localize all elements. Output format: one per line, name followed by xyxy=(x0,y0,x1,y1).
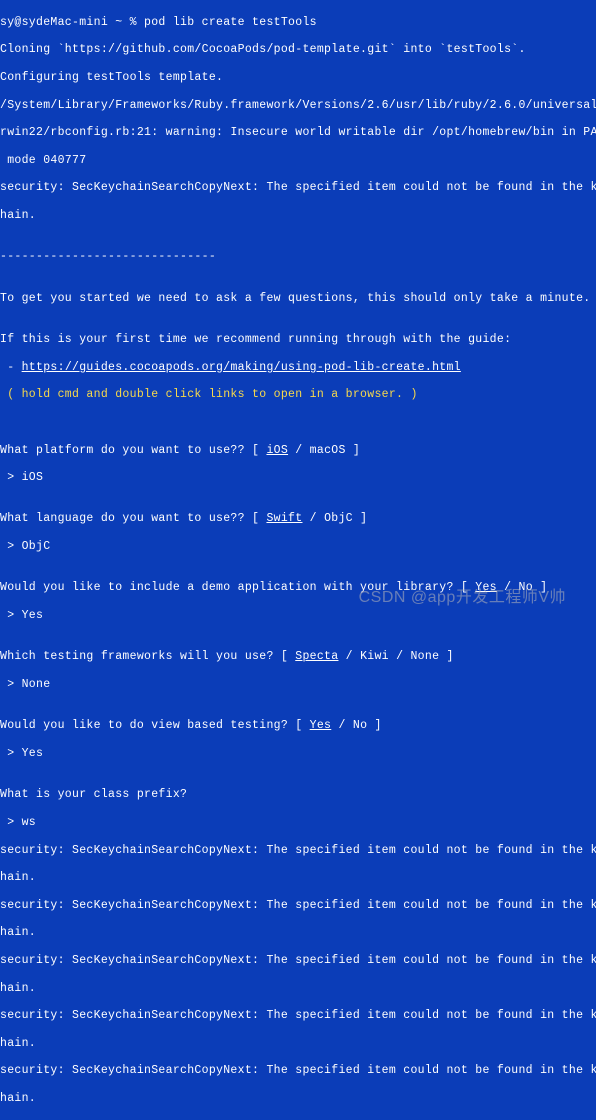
terminal-line: Cloning `https://github.com/CocoaPods/po… xyxy=(0,43,596,57)
terminal-line: security: SecKeychainSearchCopyNext: The… xyxy=(0,954,596,968)
prompt-question-demo: Would you like to include a demo applica… xyxy=(0,581,596,595)
terminal-line: rwin22/rbconfig.rb:21: warning: Insecure… xyxy=(0,126,596,140)
terminal-output: sy@sydeMac-mini ~ % pod lib create testT… xyxy=(0,2,596,1120)
user-input[interactable]: iOS xyxy=(22,471,44,484)
prompt-caret: > xyxy=(0,540,22,553)
text: / Kiwi / None ] xyxy=(338,650,453,663)
text: Which testing frameworks will you use? [ xyxy=(0,650,295,663)
terminal-line: - https://guides.cocoapods.org/making/us… xyxy=(0,361,596,375)
terminal-line: mode 040777 xyxy=(0,154,596,168)
terminal-line: Configuring testTools template. xyxy=(0,71,596,85)
prompt-question-platform: What platform do you want to use?? [ iOS… xyxy=(0,444,596,458)
text: / macOS ] xyxy=(288,444,360,457)
option-yes: Yes xyxy=(310,719,332,732)
prompt-answer: > ObjC xyxy=(0,540,596,554)
prompt-caret: > xyxy=(0,747,22,760)
prompt-answer: > Yes xyxy=(0,609,596,623)
text: / ObjC ] xyxy=(302,512,367,525)
terminal-line: hain. xyxy=(0,982,596,996)
text: Would you like to include a demo applica… xyxy=(0,581,475,594)
user-input[interactable]: None xyxy=(22,678,51,691)
prompt-question-testing: Which testing frameworks will you use? [… xyxy=(0,650,596,664)
terminal-line: hain. xyxy=(0,1037,596,1051)
terminal-line: hain. xyxy=(0,926,596,940)
option-yes: Yes xyxy=(475,581,497,594)
terminal-line: security: SecKeychainSearchCopyNext: The… xyxy=(0,1064,596,1078)
prompt-answer: > Yes xyxy=(0,747,596,761)
prompt-question-language: What language do you want to use?? [ Swi… xyxy=(0,512,596,526)
terminal-line: hain. xyxy=(0,1092,596,1106)
terminal-line: If this is your first time we recommend … xyxy=(0,333,596,347)
terminal-line: hain. xyxy=(0,209,596,223)
terminal-line: security: SecKeychainSearchCopyNext: The… xyxy=(0,181,596,195)
option-ios: iOS xyxy=(266,444,288,457)
user-input[interactable]: Yes xyxy=(22,609,44,622)
prompt-answer: > ws xyxy=(0,816,596,830)
terminal-line: security: SecKeychainSearchCopyNext: The… xyxy=(0,844,596,858)
terminal-hint: ( hold cmd and double click links to ope… xyxy=(0,388,596,402)
text: - xyxy=(0,361,22,374)
terminal-divider: ------------------------------ xyxy=(0,250,596,264)
user-input[interactable]: ws xyxy=(22,816,36,829)
terminal-line: hain. xyxy=(0,871,596,885)
text: What platform do you want to use?? [ xyxy=(0,444,266,457)
user-input[interactable]: ObjC xyxy=(22,540,51,553)
guide-link[interactable]: https://guides.cocoapods.org/making/usin… xyxy=(22,361,461,374)
terminal-line: To get you started we need to ask a few … xyxy=(0,292,596,306)
terminal-line: /System/Library/Frameworks/Ruby.framewor… xyxy=(0,99,596,113)
text: / No ] xyxy=(497,581,547,594)
text: Would you like to do view based testing?… xyxy=(0,719,310,732)
option-specta: Specta xyxy=(295,650,338,663)
text: What language do you want to use?? [ xyxy=(0,512,266,525)
text: / No ] xyxy=(331,719,381,732)
terminal-line: sy@sydeMac-mini ~ % pod lib create testT… xyxy=(0,16,596,30)
prompt-caret: > xyxy=(0,816,22,829)
prompt-answer: > None xyxy=(0,678,596,692)
option-swift: Swift xyxy=(266,512,302,525)
prompt-question-viewtest: Would you like to do view based testing?… xyxy=(0,719,596,733)
user-input[interactable]: Yes xyxy=(22,747,44,760)
prompt-caret: > xyxy=(0,678,22,691)
terminal-line: security: SecKeychainSearchCopyNext: The… xyxy=(0,1009,596,1023)
prompt-caret: > xyxy=(0,609,22,622)
prompt-question-prefix: What is your class prefix? xyxy=(0,788,596,802)
prompt-caret: > xyxy=(0,471,22,484)
terminal-line: security: SecKeychainSearchCopyNext: The… xyxy=(0,899,596,913)
prompt-answer: > iOS xyxy=(0,471,596,485)
